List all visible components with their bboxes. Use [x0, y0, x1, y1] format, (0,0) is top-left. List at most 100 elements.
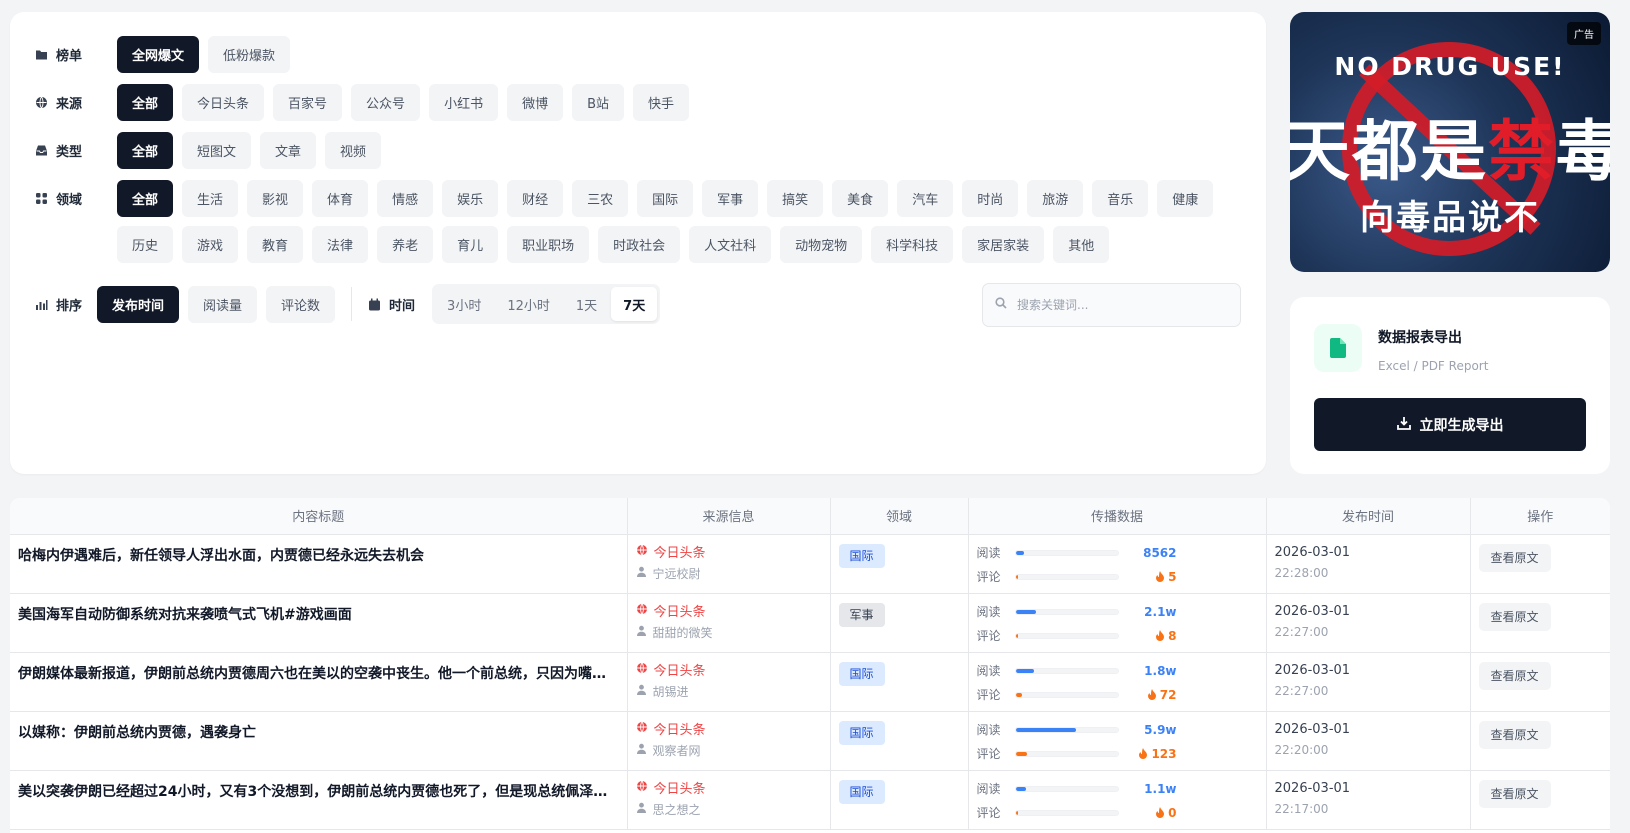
- publish-date: 2026-03-01: [1274, 721, 1351, 737]
- comment-count-text: 72: [1159, 687, 1177, 702]
- table-row: 美以突袭伊朗已经超过24小时，又有3个没想到，伊朗前总统内贾德也死了，但是现总统…: [10, 770, 1610, 830]
- content-title[interactable]: 哈梅内伊遇难后，新任领导人浮出水面，内贾德已经永远失去机会: [10, 534, 628, 594]
- chip-domain-28[interactable]: 家居家装: [962, 226, 1045, 263]
- chip-domain-5[interactable]: 娱乐: [442, 180, 499, 217]
- globe-icon: [636, 662, 648, 678]
- time-option-2[interactable]: 1天: [564, 287, 609, 321]
- sort-option-2[interactable]: 评论数: [266, 285, 336, 323]
- chip-domain-13[interactable]: 时尚: [962, 180, 1019, 217]
- chip-source-3[interactable]: 公众号: [351, 84, 421, 121]
- comment-metric: 评论 72: [977, 685, 1258, 705]
- globe-icon: [35, 96, 48, 109]
- view-original-button[interactable]: 查看原文: [1478, 720, 1551, 749]
- chip-type-3[interactable]: 视频: [325, 132, 382, 169]
- author-name: 胡锡进: [652, 684, 689, 699]
- time-option-1[interactable]: 12小时: [495, 287, 562, 321]
- view-original-button[interactable]: 查看原文: [1478, 602, 1551, 631]
- chip-domain-24[interactable]: 时政社会: [598, 226, 681, 263]
- globe-icon: [636, 603, 648, 619]
- chip-domain-11[interactable]: 美食: [832, 180, 889, 217]
- chip-domain-22[interactable]: 育儿: [442, 226, 499, 263]
- source-name[interactable]: 今日头条: [636, 779, 822, 797]
- chip-domain-6[interactable]: 财经: [507, 180, 564, 217]
- fire-icon: [1155, 629, 1168, 643]
- source-name[interactable]: 今日头条: [636, 661, 822, 679]
- source-name-text: 今日头条: [653, 782, 706, 797]
- chip-domain-18[interactable]: 游戏: [182, 226, 239, 263]
- read-label: 阅读: [976, 546, 1001, 560]
- chip-domain-7[interactable]: 三农: [572, 180, 629, 217]
- source-name[interactable]: 今日头条: [636, 602, 822, 620]
- time-option-3[interactable]: 7天: [611, 287, 658, 321]
- sort-option-1[interactable]: 阅读量: [188, 285, 258, 323]
- search-box[interactable]: [982, 283, 1241, 327]
- chip-domain-14[interactable]: 旅游: [1027, 180, 1084, 217]
- comment-bar-fill: [1015, 810, 1018, 815]
- source-name[interactable]: 今日头条: [636, 543, 822, 561]
- list-label-text: 榜单: [56, 49, 83, 64]
- content-title[interactable]: 以媒称：伊朗前总统内贾德，遇袭身亡: [10, 711, 628, 771]
- source-name[interactable]: 今日头条: [636, 720, 822, 738]
- chip-type-1[interactable]: 短图文: [182, 132, 252, 169]
- content-title[interactable]: 美以突袭伊朗已经超过24小时，又有3个没想到，伊朗前总统内贾德也死了，但是现总统…: [10, 770, 628, 830]
- content-title[interactable]: 伊朗媒体最新报道，伊朗前总统内贾德周六也在美以的空袭中丧生。他一个前总统，只因为…: [10, 652, 628, 712]
- sort-option-0[interactable]: 发布时间: [97, 285, 180, 323]
- chip-domain-1[interactable]: 生活: [182, 180, 239, 217]
- chip-source-6[interactable]: B站: [572, 84, 625, 121]
- chip-domain-8[interactable]: 国际: [637, 180, 694, 217]
- comment-bar: [1014, 809, 1119, 816]
- publish-time: 22:27:00: [1274, 683, 1329, 698]
- chip-source-5[interactable]: 微博: [507, 84, 564, 121]
- chip-domain-2[interactable]: 影视: [247, 180, 304, 217]
- col-header: 发布时间: [1266, 498, 1471, 535]
- view-original-button[interactable]: 查看原文: [1478, 779, 1551, 808]
- view-original-button[interactable]: 查看原文: [1478, 661, 1551, 690]
- chip-source-4[interactable]: 小红书: [429, 84, 499, 121]
- chip-domain-25[interactable]: 人文社科: [689, 226, 772, 263]
- comment-bar-fill: [1015, 633, 1018, 638]
- read-bar-fill: [1015, 727, 1076, 732]
- chip-domain-9[interactable]: 军事: [702, 180, 759, 217]
- chip-domain-20[interactable]: 法律: [312, 226, 369, 263]
- source-label-text: 来源: [56, 97, 83, 112]
- search-input[interactable]: [1017, 298, 1227, 312]
- chip-source-0[interactable]: 全部: [117, 84, 174, 121]
- filter-row-type: 类型 全部 短图文 文章 视频: [35, 132, 1247, 169]
- ad-banner[interactable]: NO DRUG USE! 天都是禁毒 向毒品说不 广告: [1290, 12, 1610, 272]
- read-metric: 阅读 8562: [977, 543, 1258, 563]
- chip-domain-15[interactable]: 音乐: [1092, 180, 1149, 217]
- chip-domain-29[interactable]: 其他: [1053, 226, 1110, 263]
- chip-domain-17[interactable]: 历史: [117, 226, 174, 263]
- stats-cell: 阅读 5.9w 评论 123: [968, 711, 1267, 771]
- comment-bar: [1014, 573, 1119, 580]
- chip-source-2[interactable]: 百家号: [273, 84, 343, 121]
- read-bar-fill: [1015, 609, 1036, 614]
- chip-domain-26[interactable]: 动物宠物: [780, 226, 863, 263]
- chip-domain-12[interactable]: 汽车: [897, 180, 954, 217]
- time-segmented-control: 3小时 12小时 1天 7天: [432, 284, 661, 324]
- chip-type-2[interactable]: 文章: [260, 132, 317, 169]
- chip-type-0[interactable]: 全部: [117, 132, 174, 169]
- chip-domain-10[interactable]: 搞笑: [767, 180, 824, 217]
- chip-domain-0[interactable]: 全部: [117, 180, 174, 217]
- type-label: 类型: [35, 132, 117, 169]
- chip-domain-19[interactable]: 教育: [247, 226, 304, 263]
- content-title[interactable]: 美国海军自动防御系统对抗来袭喷气式飞机#游戏画面: [10, 593, 628, 653]
- chip-source-7[interactable]: 快手: [633, 84, 690, 121]
- chip-domain-16[interactable]: 健康: [1157, 180, 1214, 217]
- chip-domain-4[interactable]: 情感: [377, 180, 434, 217]
- chip-source-1[interactable]: 今日头条: [182, 84, 265, 121]
- chip-list-0[interactable]: 全网爆文: [117, 36, 200, 73]
- export-button[interactable]: 立即生成导出: [1314, 398, 1586, 451]
- view-original-button[interactable]: 查看原文: [1478, 543, 1551, 572]
- chip-domain-27[interactable]: 科学科技: [871, 226, 954, 263]
- chip-domain-23[interactable]: 职业职场: [507, 226, 590, 263]
- chip-list-1[interactable]: 低粉爆款: [208, 36, 291, 73]
- table-row: 伊朗媒体最新报道，伊朗前总统内贾德周六也在美以的空袭中丧生。他一个前总统，只因为…: [10, 652, 1610, 712]
- chip-domain-3[interactable]: 体育: [312, 180, 369, 217]
- chip-domain-21[interactable]: 养老: [377, 226, 434, 263]
- read-count: 1.1w: [1144, 781, 1177, 796]
- source-name-text: 今日头条: [653, 605, 706, 620]
- comment-count: 0: [1119, 806, 1177, 820]
- time-option-0[interactable]: 3小时: [435, 287, 493, 321]
